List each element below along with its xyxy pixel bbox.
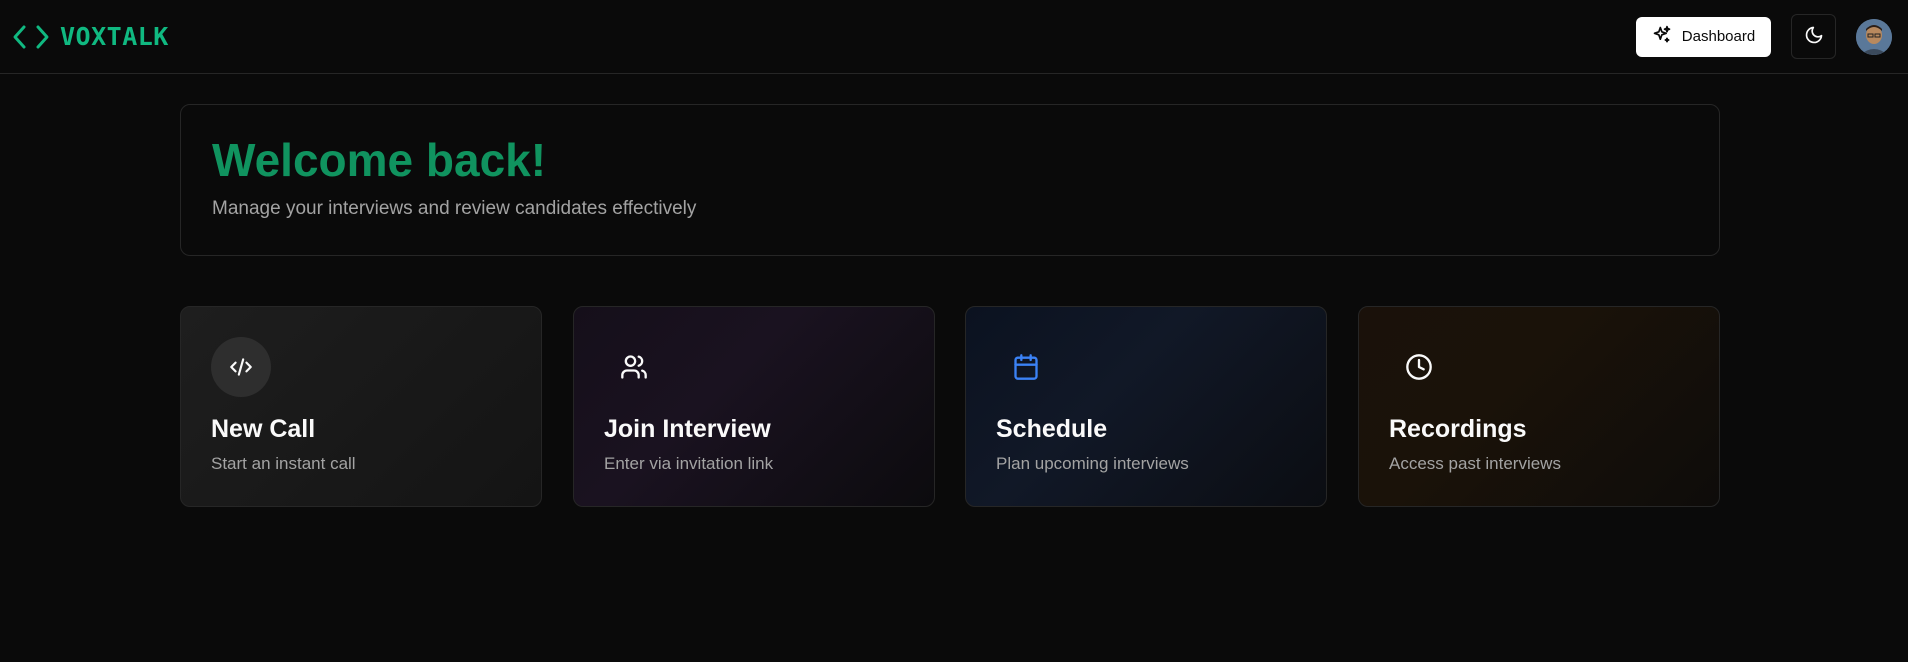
card-title: Schedule	[996, 415, 1108, 443]
code-icon	[211, 337, 271, 397]
welcome-panel: Welcome back! Manage your interviews and…	[180, 104, 1720, 256]
card-description: Plan upcoming interviews	[996, 454, 1189, 473]
new-call-card[interactable]: New Call Start an instant call	[180, 306, 542, 507]
dashboard-label: Dashboard	[1681, 28, 1756, 45]
card-description: Start an instant call	[211, 454, 356, 473]
card-description: Access past interviews	[1389, 454, 1561, 473]
recordings-card[interactable]: Recordings Access past interviews	[1358, 306, 1720, 507]
card-title: Recordings	[1389, 415, 1527, 443]
moon-icon	[1804, 25, 1824, 48]
sparkles-icon	[1652, 25, 1672, 49]
logo[interactable]: VOXTALK	[12, 22, 169, 51]
welcome-subtitle: Manage your interviews and review candid…	[212, 197, 697, 219]
join-interview-card[interactable]: Join Interview Enter via invitation link	[573, 306, 935, 507]
logo-text: VOXTALK	[60, 22, 169, 51]
dashboard-button[interactable]: Dashboard	[1636, 16, 1771, 57]
schedule-card[interactable]: Schedule Plan upcoming interviews	[965, 306, 1327, 507]
calendar-icon	[996, 337, 1056, 397]
card-description: Enter via invitation link	[604, 454, 774, 473]
code-brackets-icon	[12, 23, 50, 51]
top-navbar: VOXTALK Dashboard	[0, 0, 1908, 74]
card-title: Join Interview	[604, 415, 771, 443]
avatar[interactable]	[1856, 18, 1892, 55]
welcome-title: Welcome back!	[212, 134, 547, 186]
theme-toggle-button[interactable]	[1791, 14, 1836, 59]
clock-icon	[1389, 337, 1449, 397]
card-title: New Call	[211, 415, 316, 443]
users-icon	[604, 337, 664, 397]
